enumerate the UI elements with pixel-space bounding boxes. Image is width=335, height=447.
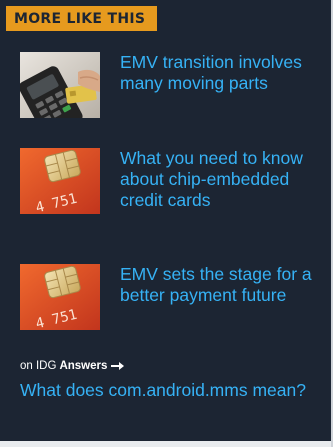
bottom-divider <box>0 441 331 447</box>
article-link-better-payment-future[interactable]: 4 751 EMV sets the stage for a better pa… <box>20 264 331 330</box>
article-title[interactable]: EMV sets the stage for a better payment … <box>120 264 330 306</box>
article-link-emv-transition[interactable]: EMV transition involves many moving part… <box>20 52 331 118</box>
article-title[interactable]: EMV transition involves many moving part… <box>120 52 330 94</box>
chip-card-image[interactable]: 4 751 <box>20 264 100 330</box>
idg-answers-brand: Answers <box>59 360 108 372</box>
section-title: MORE LIKE THIS <box>14 10 146 27</box>
article-title[interactable]: What you need to know about chip-embedde… <box>120 148 330 211</box>
idg-answers-label: on IDG Answers <box>20 360 125 372</box>
idg-prefix: on IDG <box>20 360 57 372</box>
idg-answer-question-link[interactable]: What does com.android.mms mean? <box>20 380 310 401</box>
section-header: MORE LIKE THIS <box>6 6 158 31</box>
article-link-chip-embedded-cards[interactable]: 4 751 What you need to know about chip-e… <box>20 148 331 214</box>
arrow-right-icon <box>111 362 125 370</box>
card-reader-image[interactable] <box>20 52 100 118</box>
more-like-this-widget: MORE LIKE THIS EMV transition involves m… <box>0 0 333 447</box>
chip-card-image[interactable]: 4 751 <box>20 148 100 214</box>
